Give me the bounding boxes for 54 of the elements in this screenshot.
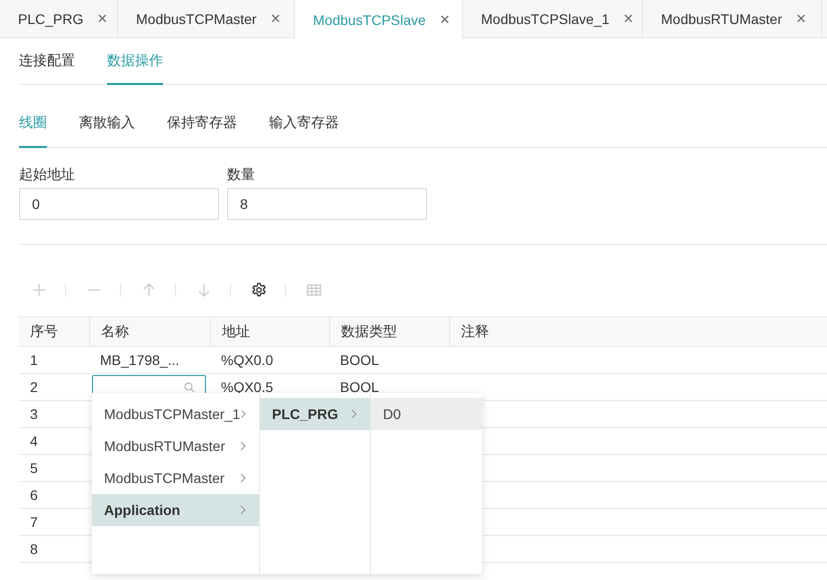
menu-item[interactable]: Application: [92, 494, 259, 526]
table-cell: 5: [30, 460, 38, 476]
register-tab[interactable]: 保持寄存器: [167, 100, 237, 148]
table-cell: 3: [30, 406, 38, 422]
table-cell: BOOL: [340, 352, 379, 368]
chevron-right-icon: [239, 473, 247, 483]
plus-icon: [31, 282, 47, 298]
table-icon: [306, 282, 322, 298]
column-header: 名称: [89, 317, 210, 346]
settings-button[interactable]: [251, 282, 267, 298]
minus-icon: [86, 289, 102, 291]
close-icon[interactable]: ×: [623, 8, 634, 28]
table-cell: %QX0.0: [221, 352, 274, 368]
menu-item[interactable]: D0: [371, 398, 482, 430]
menu-item[interactable]: PLC_PRG: [260, 398, 370, 430]
table-cell: 6: [30, 487, 38, 503]
editor-tab[interactable]: ModbusRTUMaster ×: [643, 0, 822, 37]
table-cell: 1: [30, 352, 38, 368]
column-header: 数据类型: [329, 317, 449, 346]
arrow-up-icon: [141, 282, 157, 298]
editor-tab[interactable]: ModbusTCPSlave_1 ×: [463, 0, 643, 37]
chevron-right-icon: [240, 409, 247, 419]
close-icon[interactable]: ×: [440, 10, 450, 30]
table-cell: 7: [30, 514, 38, 530]
close-icon[interactable]: ×: [97, 8, 108, 28]
register-tab[interactable]: 离散输入: [79, 100, 135, 148]
column-header: 序号: [29, 322, 59, 340]
arrow-down-icon: [196, 282, 212, 298]
table-cell: BOOL: [340, 379, 379, 395]
table-cell-text: MB_1798_...: [99, 352, 180, 368]
column-header: 地址: [210, 317, 329, 346]
menu-item[interactable]: ModbusRTUMaster: [92, 430, 259, 462]
close-icon[interactable]: ×: [270, 8, 281, 28]
close-icon[interactable]: ×: [796, 8, 806, 28]
register-tab[interactable]: 输入寄存器: [269, 100, 339, 148]
chevron-right-icon: [350, 409, 358, 419]
table-cell: 8: [30, 541, 38, 557]
search-icon: [184, 382, 195, 392]
menu-item[interactable]: ModbusTCPMaster_1: [92, 398, 259, 430]
field-label: 数量: [227, 166, 256, 184]
table-cell: %QX0.5: [221, 379, 274, 395]
input-field[interactable]: 8: [227, 188, 427, 220]
editor-tab[interactable]: PLC_PRG ×: [0, 0, 118, 37]
section-tab[interactable]: 连接配置: [19, 38, 75, 85]
table-cell: 2: [30, 379, 38, 395]
settings-icon: [251, 282, 267, 298]
chevron-right-icon: [239, 441, 247, 451]
menu-item[interactable]: ModbusTCPMaster: [92, 462, 259, 494]
editor-tab[interactable]: ModbusTCPSlave ×: [295, 0, 463, 39]
field-label: 起始地址: [19, 166, 76, 184]
input-field[interactable]: 0: [19, 188, 219, 220]
column-header: 注释: [449, 317, 827, 346]
chevron-right-icon: [239, 505, 247, 515]
table-cell: 4: [30, 433, 38, 449]
